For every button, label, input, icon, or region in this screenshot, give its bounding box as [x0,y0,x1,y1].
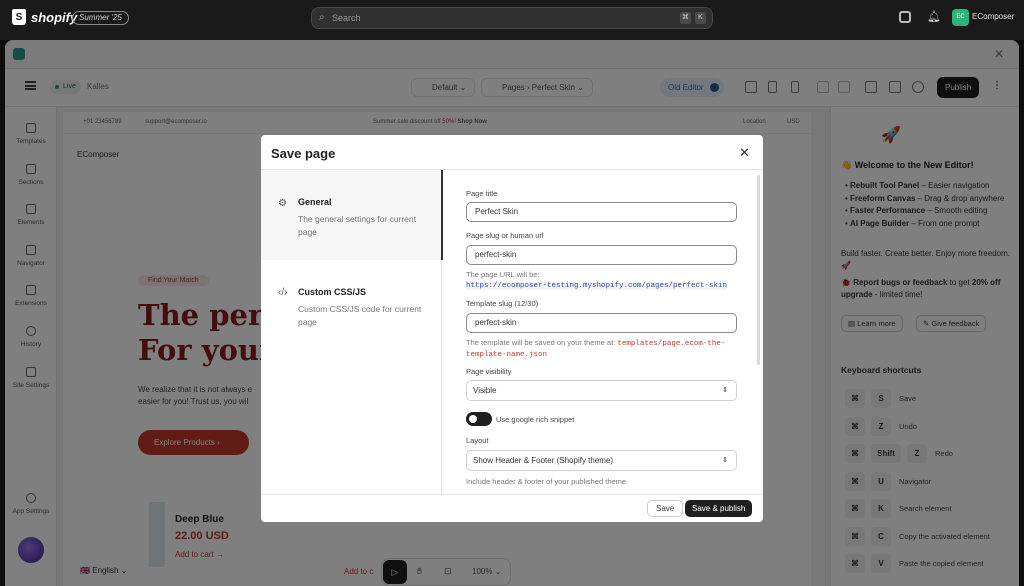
dialog-sidebar: ⚙ General The general settings for curre… [261,170,441,494]
code-icon: ‹/› [278,287,288,298]
bell-icon[interactable]: 🔔︎ [927,10,941,23]
search-icon: ⌕ [319,12,325,23]
dialog-scrollbar[interactable] [757,175,760,365]
rich-snippet-toggle[interactable] [466,412,492,426]
template-note-text: The template will be saved on your theme… [466,338,616,347]
save-publish-button[interactable]: Save & publish [685,500,753,517]
dialog-title: Save page [271,146,336,161]
layout-note: Include header & footer of your publishe… [466,477,627,486]
shopify-wordmark: shopify [31,9,78,25]
layout-value: Show Header & Footer (Shopify theme) [473,456,614,465]
visibility-select[interactable]: Visible ⇕ [466,380,737,401]
layout-select[interactable]: Show Header & Footer (Shopify theme) ⇕ [466,450,737,471]
url-note: The page URL will be: https://ecomposer-t… [466,270,741,291]
page-title-label: Page title [466,189,498,198]
tab-custom-css-js[interactable]: ‹/› Custom CSS/JS Custom CSS/JS code for… [261,287,441,329]
account-name[interactable]: EComposer [972,12,1014,21]
save-button[interactable]: Save [647,500,684,517]
save-page-dialog: Save page ✕ ⚙ General The general settin… [261,135,763,522]
slug-label: Page slug or human url [466,231,544,240]
rich-snippet-label: Use google rich snippet [496,415,575,424]
template-slug-input[interactable]: perfect-skin [466,313,737,333]
tab-general-name: General [298,197,332,207]
layout-label: Layout [466,436,489,445]
gear-icon: ⚙ [278,198,287,209]
active-tab-indicator [441,170,443,260]
shopify-logo[interactable]: S shopify [12,9,77,25]
template-slug-label: Template slug (12/30) [466,299,539,308]
chevron-updown-icon: ⇕ [722,387,728,394]
shortcut-key-k: K [695,12,706,24]
tab-general-desc: The general settings for current page [298,214,417,237]
visibility-value: Visible [473,386,497,395]
avatar[interactable]: EC [952,9,969,26]
shortcut-key-cmd: ⌘ [680,12,691,24]
tab-custom-css-js-name: Custom CSS/JS [298,287,367,297]
slug-input[interactable]: perfect-skin [466,245,737,265]
template-note: The template will be saved on your theme… [466,338,741,360]
url-value[interactable]: https://ecomposer-testing.myshopify.com/… [466,282,728,290]
divider [261,494,763,495]
url-note-text: The page URL will be: [466,270,540,279]
admin-search-input[interactable]: ⌕ Search ⌘ K [311,7,713,29]
shopify-admin-bar: S shopify Summer '25 ⌕ Search ⌘ K 🔔︎ EC … [0,0,1024,36]
search-placeholder: Search [332,13,361,23]
close-icon[interactable]: ✕ [739,145,750,161]
tab-custom-css-js-desc: Custom CSS/JS code for current page [298,304,422,327]
store-icon[interactable] [899,11,911,23]
tab-general[interactable]: ⚙ General The general settings for curre… [261,170,441,260]
chevron-updown-icon: ⇕ [722,457,728,464]
visibility-label: Page visibility [466,367,512,376]
divider [441,260,442,494]
page-title-input[interactable]: Perfect Skin [466,202,737,222]
edition-badge[interactable]: Summer '25 [72,11,129,25]
shopify-bag-icon: S [12,9,26,25]
